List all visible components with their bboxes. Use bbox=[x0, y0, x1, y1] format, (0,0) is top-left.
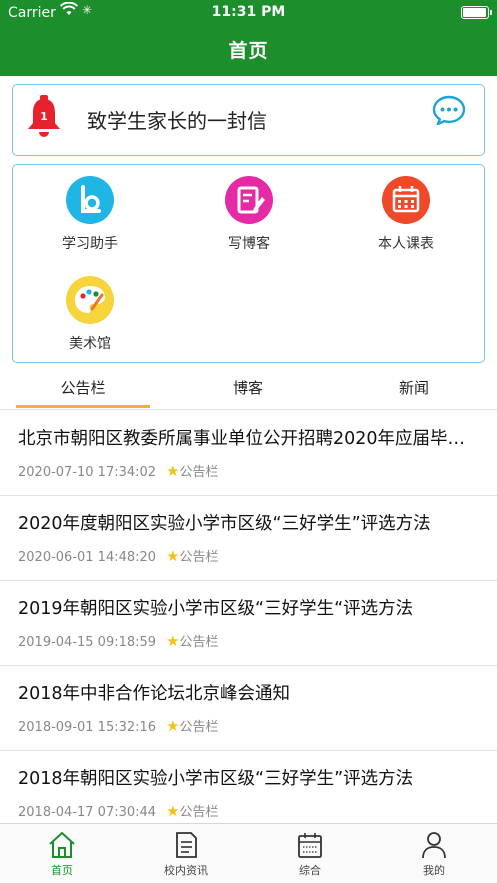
grid-item-learning-assistant[interactable]: 学习助手 bbox=[15, 175, 165, 253]
list-item-category: 公告栏 bbox=[179, 550, 219, 565]
list-item-category: 公告栏 bbox=[179, 465, 219, 480]
list-item-meta: 2020-06-01 14:48:20 ★公告栏 bbox=[18, 546, 219, 565]
star-icon: ★ bbox=[166, 632, 180, 650]
list-item[interactable]: 2018年中非合作论坛北京峰会通知 2018-09-01 15:32:16 ★公告… bbox=[0, 666, 497, 751]
grid-item-art-gallery[interactable]: 美术馆 bbox=[15, 275, 165, 353]
list-item-meta: 2018-04-17 07:30:44 ★公告栏 bbox=[18, 801, 219, 820]
chat-bubble-icon[interactable] bbox=[432, 95, 466, 125]
parent-letter-title: 致学生家长的一封信 bbox=[87, 109, 267, 133]
page-title: 首页 bbox=[228, 40, 269, 62]
battery-icon bbox=[461, 6, 492, 19]
home-icon bbox=[49, 832, 75, 858]
list-item-title: 2018年朝阳区实验小学市区级“三好学生”评选方法 bbox=[18, 769, 414, 789]
tabbar-label: 校内资讯 bbox=[164, 864, 208, 877]
list-item-title: 北京市朝阳区教委所属事业单位公开招聘2020年应届毕业生公告 bbox=[18, 429, 478, 449]
bottom-tab-bar: 首页 校内资讯 综合 我的 bbox=[0, 823, 497, 883]
list-item-date: 2018-04-17 07:30:44 bbox=[18, 805, 157, 820]
tabbar-item-school-news[interactable]: 校内资讯 bbox=[124, 830, 248, 878]
grid-label: 写博客 bbox=[228, 236, 270, 252]
status-time: 11:31 PM bbox=[211, 4, 286, 20]
person-icon bbox=[422, 832, 446, 859]
star-icon: ★ bbox=[166, 717, 180, 735]
grid-label: 本人课表 bbox=[378, 236, 434, 252]
tabbar-item-home[interactable]: 首页 bbox=[0, 830, 124, 878]
list-item-date: 2020-07-10 17:34:02 bbox=[18, 465, 157, 480]
grid-item-write-blog[interactable]: 写博客 bbox=[174, 175, 324, 253]
write-blog-icon bbox=[225, 176, 273, 224]
list-item-date: 2020-06-01 14:48:20 bbox=[18, 550, 157, 565]
list-item-meta: 2018-09-01 15:32:16 ★公告栏 bbox=[18, 716, 219, 735]
list-item-title: 2018年中非合作论坛北京峰会通知 bbox=[18, 684, 291, 704]
calendar-grid-icon bbox=[298, 833, 322, 858]
palette-icon bbox=[66, 276, 114, 324]
list-item[interactable]: 2019年朝阳区实验小学市区级“三好学生“评选方法 2019-04-15 09:… bbox=[0, 581, 497, 666]
star-icon: ★ bbox=[166, 462, 180, 480]
tab-blog[interactable]: 博客 bbox=[173, 368, 323, 410]
list-item[interactable]: 北京市朝阳区教委所属事业单位公开招聘2020年应届毕业生公告 2020-07-1… bbox=[0, 411, 497, 496]
document-icon bbox=[176, 832, 197, 858]
bell-icon: 1 bbox=[28, 95, 60, 137]
list-item-title: 2019年朝阳区实验小学市区级“三好学生“评选方法 bbox=[18, 599, 414, 619]
top-bar: Carrier ✳ 11:31 PM 首页 bbox=[0, 0, 497, 76]
list-item-title: 2020年度朝阳区实验小学市区级“三好学生”评选方法 bbox=[18, 514, 431, 534]
tabbar-label: 首页 bbox=[51, 864, 73, 877]
announcement-list: 北京市朝阳区教委所属事业单位公开招聘2020年应届毕业生公告 2020-07-1… bbox=[0, 411, 497, 836]
content-tabs: 公告栏 博客 新闻 bbox=[0, 368, 497, 410]
list-item-date: 2018-09-01 15:32:16 bbox=[18, 720, 157, 735]
tabbar-item-general[interactable]: 综合 bbox=[248, 830, 372, 878]
feature-grid: 学习助手 写博客 本人课表 美术馆 bbox=[12, 164, 485, 363]
star-icon: ★ bbox=[166, 547, 180, 565]
grid-label: 美术馆 bbox=[69, 336, 111, 352]
tab-announcements[interactable]: 公告栏 bbox=[8, 368, 158, 410]
list-item-category: 公告栏 bbox=[179, 805, 219, 820]
tabbar-item-me[interactable]: 我的 bbox=[372, 830, 496, 878]
tabbar-label: 综合 bbox=[299, 864, 321, 877]
notification-badge: 1 bbox=[40, 110, 48, 123]
active-tab-indicator bbox=[16, 405, 150, 408]
tab-news[interactable]: 新闻 bbox=[339, 368, 489, 410]
status-bar: Carrier ✳ 11:31 PM bbox=[0, 0, 497, 26]
grid-label: 学习助手 bbox=[62, 236, 118, 252]
parent-letter-card[interactable]: 1 致学生家长的一封信 bbox=[12, 84, 485, 156]
list-item-category: 公告栏 bbox=[179, 720, 219, 735]
grid-item-my-schedule[interactable]: 本人课表 bbox=[331, 175, 481, 253]
list-item[interactable]: 2020年度朝阳区实验小学市区级“三好学生”评选方法 2020-06-01 14… bbox=[0, 496, 497, 581]
list-item-category: 公告栏 bbox=[179, 635, 219, 650]
learning-assistant-icon bbox=[66, 176, 114, 224]
list-item-meta: 2020-07-10 17:34:02 ★公告栏 bbox=[18, 461, 219, 480]
list-item-date: 2019-04-15 09:18:59 bbox=[18, 635, 157, 650]
calendar-icon bbox=[382, 176, 430, 224]
star-icon: ★ bbox=[166, 802, 180, 820]
tabbar-label: 我的 bbox=[423, 864, 445, 877]
list-item-meta: 2019-04-15 09:18:59 ★公告栏 bbox=[18, 631, 219, 650]
